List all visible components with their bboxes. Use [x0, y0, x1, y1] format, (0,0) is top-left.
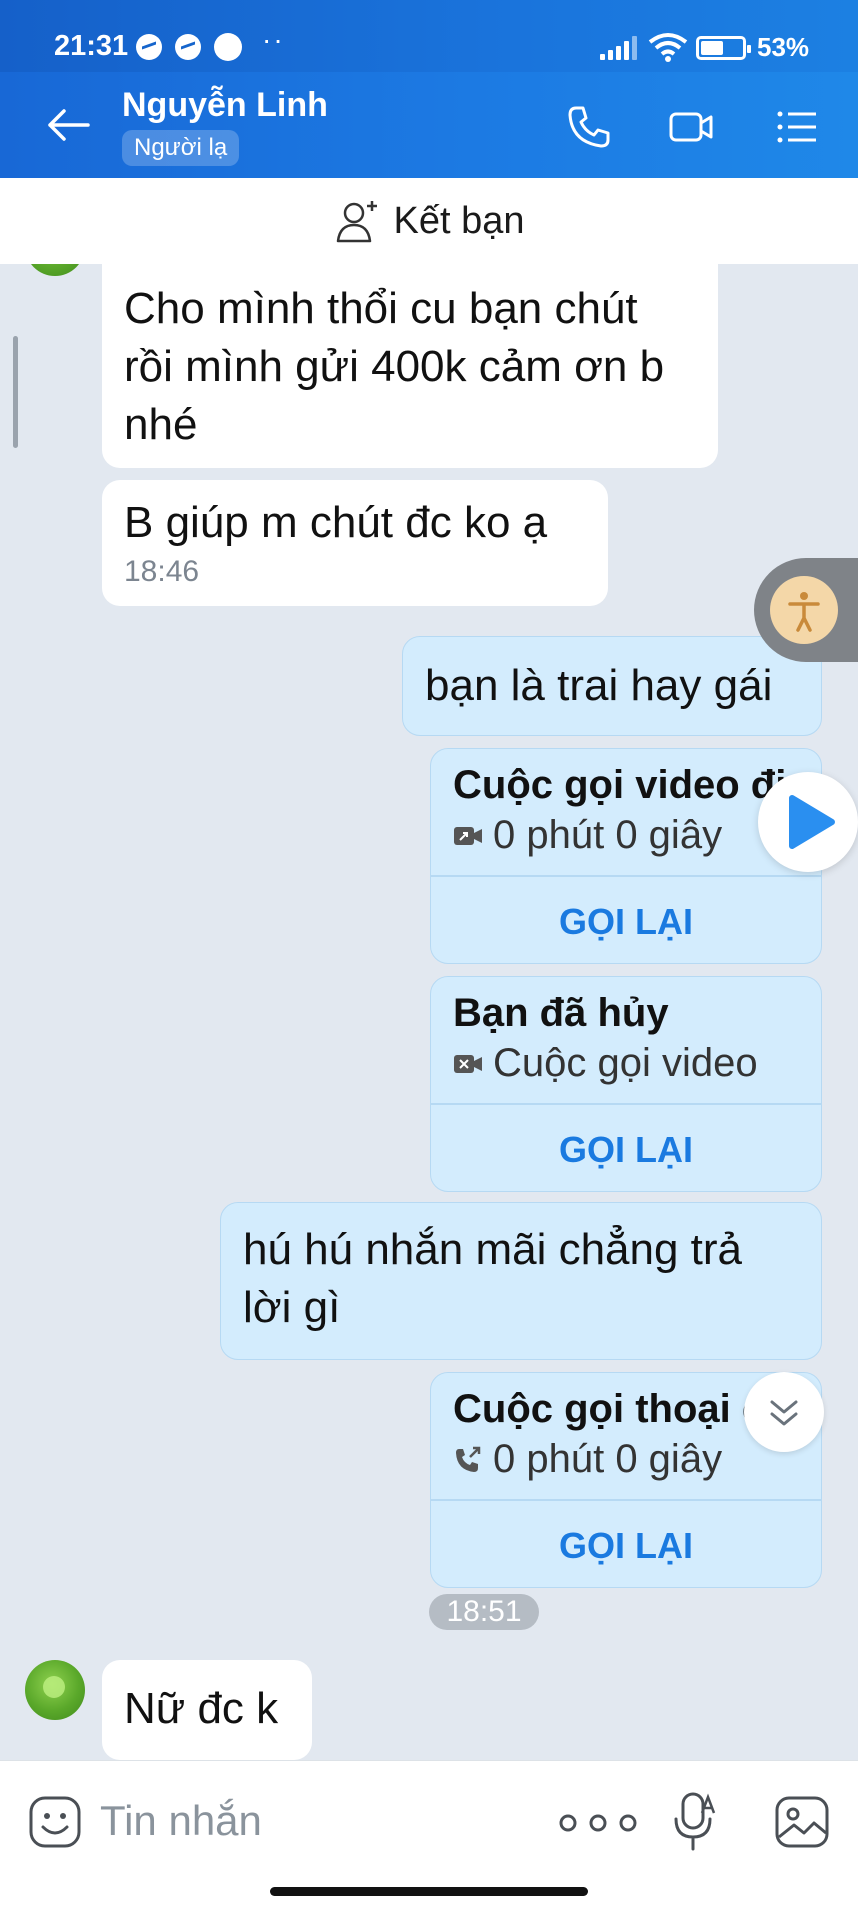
- message-input[interactable]: [100, 1791, 520, 1851]
- add-friend-icon: [336, 201, 377, 243]
- call-again-button[interactable]: GỌI LẠI: [431, 877, 821, 963]
- call-subtitle: 0 phút 0 giây: [453, 813, 722, 858]
- signal-icon: [600, 36, 637, 60]
- call-again-button[interactable]: GỌI LẠI: [431, 1105, 821, 1191]
- message-bubble[interactable]: hú hú nhắn mãi chẳng trả lời gì: [220, 1202, 822, 1360]
- messenger-icon: [136, 34, 162, 60]
- scroll-to-bottom-button[interactable]: [744, 1372, 824, 1452]
- notification-dot-icon: [214, 33, 242, 61]
- chevron-down-icon: [770, 1400, 798, 1426]
- battery-icon: [696, 36, 751, 60]
- video-call-icon[interactable]: [668, 104, 714, 150]
- call-again-button[interactable]: GỌI LẠI: [431, 1501, 821, 1587]
- add-friend-button[interactable]: Kết bạn: [334, 197, 525, 245]
- play-icon: [789, 795, 835, 849]
- accessibility-icon: [770, 576, 838, 644]
- home-indicator[interactable]: [270, 1887, 588, 1896]
- more-icon[interactable]: [552, 1803, 648, 1843]
- message-bubble[interactable]: Nữ đc k: [102, 1660, 312, 1760]
- call-subtitle: Cuộc gọi video: [453, 1041, 758, 1086]
- message-bubble[interactable]: Cho mình thổi cu bạn chút rồi mình gửi 4…: [102, 264, 718, 468]
- message-text: bạn là trai hay gái: [425, 661, 773, 710]
- play-button[interactable]: [758, 772, 858, 872]
- message-bubble[interactable]: bạn là trai hay gái: [402, 636, 822, 736]
- add-friend-bar: Kết bạn: [0, 178, 858, 264]
- call-title: Cuộc gọi thoại đi: [453, 1387, 778, 1431]
- composer: [0, 1760, 858, 1908]
- status-time: 21:31: [54, 30, 129, 62]
- video-cancel-icon: [454, 1054, 482, 1073]
- call-duration: 0 phút 0 giây: [493, 813, 723, 857]
- accessibility-button[interactable]: [754, 558, 858, 662]
- add-friend-label: Kết bạn: [393, 199, 525, 242]
- scrollbar[interactable]: [13, 336, 18, 448]
- message-text: Cho mình thổi cu bạn chút rồi mình gửi 4…: [124, 284, 665, 449]
- message-text: Nữ đc k: [124, 1684, 279, 1733]
- back-arrow-icon[interactable]: [46, 108, 90, 142]
- message-text: hú hú nhắn mãi chẳng trả lời gì: [243, 1225, 743, 1332]
- call-duration: 0 phút 0 giây: [493, 1437, 723, 1481]
- more-notifications-icon: ··: [262, 24, 285, 55]
- message-time: 18:46: [124, 555, 200, 588]
- phone-out-icon: [456, 1446, 481, 1472]
- video-out-icon: [454, 826, 482, 845]
- battery-percent: 53%: [757, 32, 810, 62]
- wifi-icon: [648, 33, 688, 62]
- sticker-icon[interactable]: [28, 1795, 82, 1849]
- chat-header: Nguyễn Linh Người lạ: [0, 72, 858, 178]
- voice-input-icon[interactable]: [672, 1791, 718, 1853]
- messenger-icon: [175, 34, 201, 60]
- call-type: Cuộc gọi video: [493, 1041, 758, 1085]
- message-bubble[interactable]: B giúp m chút đc ko ạ 18:46: [102, 480, 608, 606]
- call-subtitle: 0 phút 0 giây: [453, 1437, 722, 1482]
- status-bar: 21:31 ·· 53%: [0, 0, 858, 72]
- call-card: Bạn đã hủy Cuộc gọi video GỌI LẠI: [430, 976, 822, 1192]
- call-title: Bạn đã hủy: [453, 991, 669, 1035]
- call-title: Cuộc gọi video đi: [453, 763, 787, 807]
- message-text: B giúp m chút đc ko ạ: [124, 498, 548, 547]
- menu-icon[interactable]: [774, 104, 820, 150]
- phone-icon[interactable]: [566, 104, 612, 150]
- message-list[interactable]: Cho mình thổi cu bạn chút rồi mình gửi 4…: [0, 264, 858, 1760]
- stranger-badge: Người lạ: [122, 130, 240, 166]
- avatar[interactable]: [25, 1660, 85, 1720]
- avatar[interactable]: [25, 264, 85, 276]
- time-separator: 18:51: [429, 1594, 539, 1630]
- image-icon[interactable]: [774, 1795, 830, 1849]
- contact-name[interactable]: Nguyễn Linh: [122, 86, 328, 125]
